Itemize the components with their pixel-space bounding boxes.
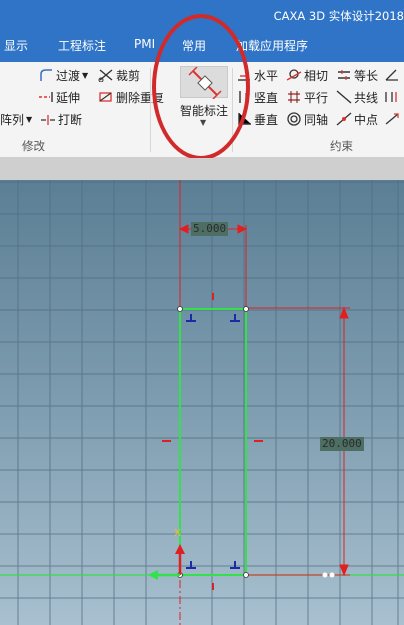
collinear-icon xyxy=(336,90,352,104)
tab-engineering-annotation[interactable]: 工程标注 xyxy=(58,37,106,54)
constraint-more3-icon[interactable] xyxy=(384,110,402,128)
tab-pmi[interactable]: PMI xyxy=(134,37,155,51)
vertical-label: 竖直 xyxy=(254,90,279,105)
fillet-button[interactable]: 过渡 ▼ xyxy=(38,66,88,84)
tab-load-apps[interactable]: 加载应用程序 xyxy=(236,37,308,54)
array-dropdown-icon[interactable]: ▼ xyxy=(26,115,32,124)
sketch-canvas[interactable] xyxy=(0,180,404,625)
fix-icon xyxy=(384,112,400,126)
constraint-collinear-button[interactable]: 共线 xyxy=(336,88,378,106)
scissors-icon xyxy=(98,68,114,83)
tangent-label: 相切 xyxy=(304,68,329,83)
constraint-midpoint-button[interactable]: 中点 xyxy=(336,110,378,128)
constraint-tangent-button[interactable]: 相切 xyxy=(286,66,328,84)
perpendicular-label: 垂直 xyxy=(254,112,279,127)
width-dimension[interactable] xyxy=(178,180,248,308)
midpoint-label: 中点 xyxy=(354,112,379,127)
constraint-parallel-button[interactable]: 平行 xyxy=(286,88,328,106)
array-button[interactable]: 阵列 ▼ xyxy=(0,110,32,128)
sketch-viewport[interactable]: 5.000 20.000 X xyxy=(0,180,404,625)
ribbon-separator xyxy=(150,68,151,152)
angle-icon xyxy=(384,68,400,82)
midpoint-icon xyxy=(336,112,352,126)
modify-group-label: 修改 xyxy=(22,139,45,153)
constraint-equal-button[interactable]: 等长 xyxy=(336,66,378,84)
horizontal-label: 水平 xyxy=(254,68,279,83)
toolbar-strip xyxy=(0,158,404,180)
fillet-dropdown-icon[interactable]: ▼ xyxy=(82,71,88,80)
constraint-concentric-button[interactable]: 同轴 xyxy=(286,110,328,128)
extend-label: 延伸 xyxy=(56,90,81,105)
extend-icon xyxy=(38,90,54,104)
height-dimension-value[interactable]: 20.000 xyxy=(320,437,364,451)
grid xyxy=(0,180,404,625)
rectangle-vertices[interactable] xyxy=(177,306,249,578)
constraint-group-label: 约束 xyxy=(330,139,353,153)
extend-button[interactable]: 延伸 xyxy=(38,88,80,106)
eraser-icon xyxy=(98,90,114,104)
tab-display[interactable]: 显示 xyxy=(4,37,28,54)
break-button[interactable]: 打断 xyxy=(40,110,82,128)
sketch-rectangle[interactable] xyxy=(179,308,247,576)
trim-label: 裁剪 xyxy=(116,68,141,83)
perpendicular-constraint-markers xyxy=(186,314,240,569)
fillet-label: 过渡 xyxy=(56,68,81,83)
break-icon xyxy=(40,112,56,126)
symmetry-icon xyxy=(384,90,400,104)
concentric-icon xyxy=(286,112,302,126)
width-dimension-value[interactable]: 5.000 xyxy=(191,222,229,236)
constraint-more2-icon[interactable] xyxy=(384,88,402,106)
fillet-icon xyxy=(38,68,54,82)
trim-button[interactable]: 裁剪 xyxy=(98,66,140,84)
window-title: CAXA 3D 实体设计2018 xyxy=(273,9,404,23)
concentric-label: 同轴 xyxy=(304,112,329,127)
equal-icon xyxy=(336,68,352,82)
array-label: 阵列 xyxy=(0,112,25,127)
equal-label: 等长 xyxy=(354,68,379,83)
parallel-label: 平行 xyxy=(304,90,329,105)
constraint-more-icon[interactable] xyxy=(384,66,402,84)
parallel-icon xyxy=(286,90,302,104)
collinear-label: 共线 xyxy=(354,90,379,105)
highlight-circle-annotation xyxy=(152,14,250,160)
tangent-icon xyxy=(286,68,302,82)
axis-label: X xyxy=(174,528,181,539)
break-label: 打断 xyxy=(58,112,83,127)
